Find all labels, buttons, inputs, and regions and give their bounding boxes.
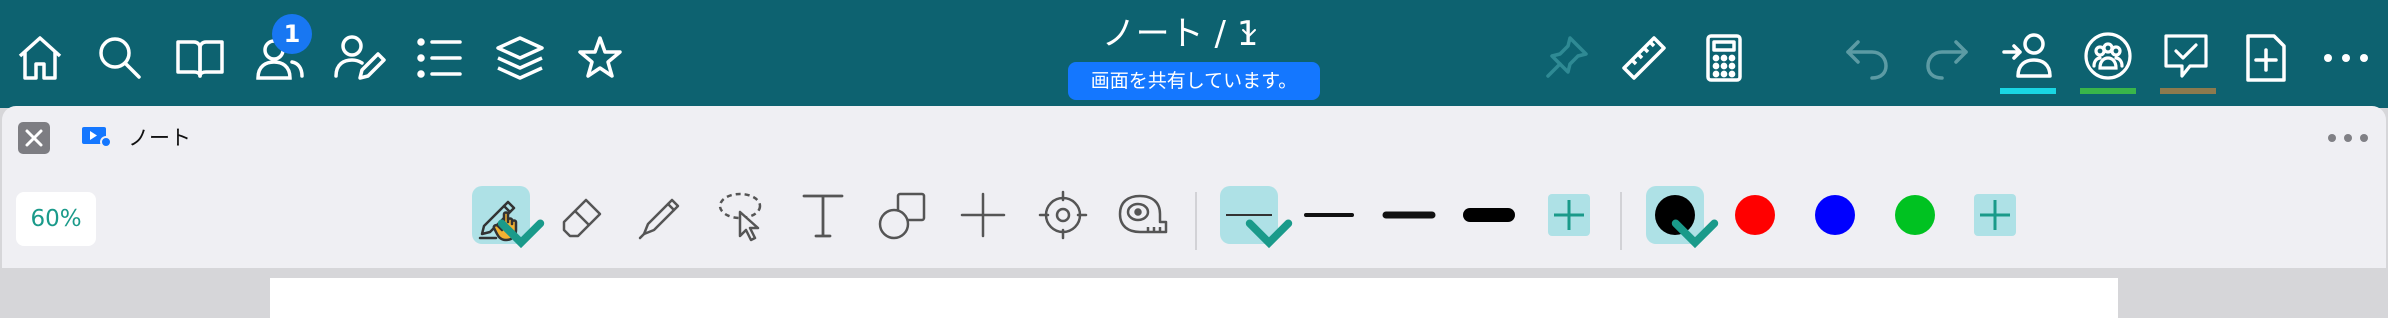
text-icon (802, 194, 844, 238)
person-edit-icon[interactable] (334, 32, 386, 84)
add-line-width-button[interactable] (1540, 186, 1598, 244)
new-page-icon[interactable] (2240, 32, 2292, 84)
chevron-down-icon[interactable] (1238, 22, 1260, 44)
panel-title: ノート (128, 126, 191, 150)
comment-icon[interactable] (2160, 30, 2212, 82)
note-panel: ノート 60% (2, 106, 2386, 268)
book-icon[interactable] (174, 32, 226, 84)
screen-share-note-icon (80, 122, 112, 154)
star-icon[interactable] (574, 32, 626, 84)
heavy-line-icon (1463, 208, 1515, 222)
pen-tool[interactable] (472, 186, 545, 249)
home-icon[interactable] (14, 32, 66, 84)
crosshair-tool[interactable] (954, 186, 1012, 244)
notification-badge: 1 (272, 14, 312, 54)
lasso-tool[interactable] (714, 186, 772, 244)
calculator-icon[interactable] (1698, 32, 1750, 84)
pencil-icon (638, 198, 680, 240)
add-color-button[interactable] (1966, 186, 2024, 244)
color-green[interactable] (1886, 186, 1944, 244)
color-swatch-red (1735, 195, 1775, 235)
line-width-medium[interactable] (1300, 186, 1358, 244)
person-add-indicator (2000, 88, 2056, 94)
shapes-icon (878, 192, 926, 240)
line-width-heavy[interactable] (1460, 186, 1518, 244)
eraser-tool[interactable] (554, 186, 612, 244)
more-icon[interactable] (2320, 32, 2372, 84)
list-icon[interactable] (414, 32, 466, 84)
plus-icon (1548, 194, 1590, 236)
tape-measure-icon (1118, 194, 1168, 234)
line-width-thin[interactable] (1220, 186, 1293, 249)
target-icon (1038, 190, 1088, 240)
color-black[interactable] (1646, 186, 1719, 249)
line-width-thick[interactable] (1380, 186, 1438, 244)
pin-icon[interactable] (1540, 32, 1592, 84)
pencil-tool[interactable] (634, 186, 692, 244)
top-toolbar: 1 ノート / 1 画面を共有しています。 (0, 0, 2388, 108)
layers-icon[interactable] (494, 32, 546, 84)
plus-icon (1974, 194, 2016, 236)
chevron-down-icon[interactable] (492, 204, 550, 262)
eraser-icon (562, 198, 602, 238)
note-page-canvas[interactable] (270, 278, 2118, 318)
tape-measure-tool[interactable] (1114, 186, 1172, 244)
color-swatch-green (1895, 195, 1935, 235)
text-tool[interactable] (794, 186, 852, 244)
search-icon[interactable] (94, 32, 146, 84)
plus-cross-icon (960, 192, 1006, 238)
thick-line-icon (1382, 211, 1436, 219)
panel-more-icon[interactable] (2326, 126, 2370, 150)
group-indicator (2080, 88, 2136, 94)
comment-indicator (2160, 88, 2216, 94)
shape-tool[interactable] (874, 186, 932, 244)
chevron-down-icon[interactable] (1666, 204, 1724, 262)
undo-icon[interactable] (1842, 32, 1894, 84)
zoom-level[interactable]: 60% (16, 192, 96, 246)
toolbar-divider (1620, 192, 1622, 250)
screen-share-status: 画面を共有しています。 (1068, 62, 1320, 100)
close-icon (25, 129, 43, 147)
medium-line-icon (1304, 213, 1354, 217)
group-icon[interactable] (2082, 30, 2134, 82)
chevron-down-icon[interactable] (1240, 204, 1298, 262)
toolbar-divider (1195, 192, 1197, 250)
close-button[interactable] (18, 122, 50, 154)
color-swatch-blue (1815, 195, 1855, 235)
lasso-select-icon (718, 192, 762, 242)
redo-icon[interactable] (1920, 32, 1972, 84)
color-red[interactable] (1726, 186, 1784, 244)
person-add-icon[interactable] (2002, 30, 2054, 82)
target-tool[interactable] (1034, 186, 1092, 244)
color-blue[interactable] (1806, 186, 1864, 244)
ruler-icon[interactable] (1618, 32, 1670, 84)
